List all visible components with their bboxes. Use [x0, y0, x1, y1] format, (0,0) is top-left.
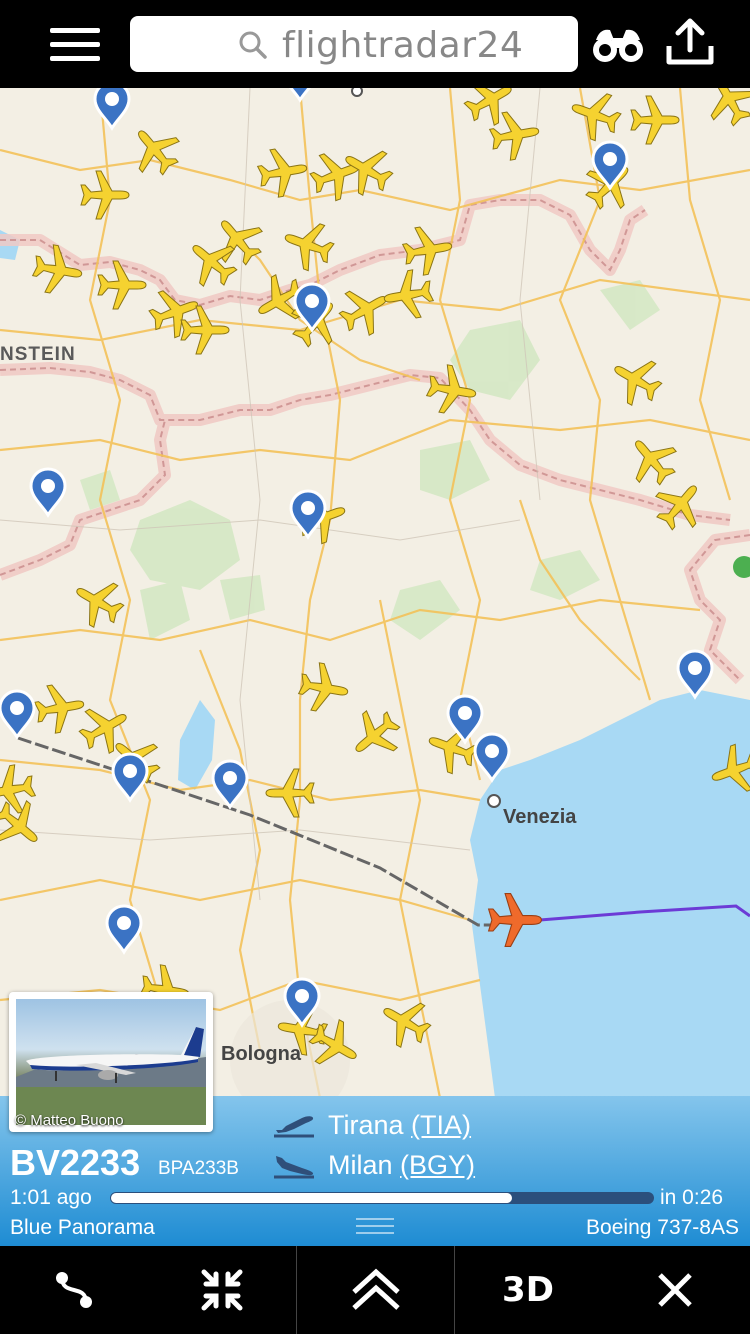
plane-marker[interactable]: [0, 790, 53, 860]
airport-pin[interactable]: [111, 752, 149, 802]
airport-pin[interactable]: [0, 689, 36, 739]
search-placeholder: flightradar24: [282, 25, 524, 66]
airport-pin[interactable]: [289, 489, 327, 539]
plane-marker[interactable]: [602, 346, 670, 414]
top-bar: flightradar24: [0, 0, 750, 88]
flight-number: BV2233: [10, 1142, 141, 1183]
close-icon: [658, 1273, 692, 1307]
plane-marker[interactable]: [64, 568, 132, 636]
airline-name: Blue Panorama: [10, 1216, 155, 1239]
aircraft-photo-image: [16, 999, 206, 1125]
close-button[interactable]: [600, 1246, 750, 1334]
flight-progress-fill: [111, 1193, 512, 1203]
expand-panel-button[interactable]: [296, 1246, 455, 1334]
plane-marker[interactable]: [180, 305, 230, 355]
airport-pin[interactable]: [446, 694, 484, 744]
poi-icon: [733, 556, 750, 578]
takeoff-icon: [274, 1116, 314, 1138]
landing-icon: [274, 1156, 314, 1179]
search-bar[interactable]: flightradar24: [130, 16, 578, 72]
aircraft-registration: BPA233B: [158, 1158, 239, 1179]
region-label: NSTEIN: [0, 344, 76, 365]
plane-marker[interactable]: [340, 700, 410, 770]
collapse-icon: [201, 1269, 243, 1311]
collapse-button[interactable]: [148, 1246, 296, 1334]
aircraft-type: Boeing 737-8AS: [586, 1216, 739, 1239]
remaining-time: in 0:26: [660, 1186, 724, 1209]
plane-marker[interactable]: [29, 241, 87, 299]
plane-marker[interactable]: [563, 88, 627, 147]
3d-label: 3D: [502, 1270, 554, 1310]
plane-marker[interactable]: [265, 768, 315, 818]
plane-marker[interactable]: [379, 266, 437, 324]
origin-code[interactable]: (TIA): [411, 1110, 471, 1140]
plane-marker[interactable]: [630, 95, 680, 145]
3d-view-button[interactable]: 3D: [454, 1246, 601, 1334]
share-icon[interactable]: [664, 18, 716, 68]
plane-marker[interactable]: [399, 221, 457, 279]
airport-pin[interactable]: [29, 467, 67, 517]
route-button[interactable]: [0, 1246, 148, 1334]
city-label-venezia: Venezia: [503, 806, 577, 828]
plane-marker[interactable]: [31, 679, 89, 737]
plane-marker[interactable]: [254, 143, 312, 201]
flight-progress-bar: [110, 1192, 654, 1204]
bottom-toolbar: 3D: [0, 1246, 750, 1334]
elapsed-time: 1:01 ago: [10, 1186, 92, 1209]
menu-button[interactable]: [42, 18, 106, 70]
map-canvas[interactable]: [0, 88, 750, 1098]
flight-map[interactable]: NSTEIN Venezia Bologna: [0, 88, 750, 1098]
plane-marker[interactable]: [696, 88, 750, 134]
binoculars-icon[interactable]: [590, 22, 646, 68]
plane-marker[interactable]: [331, 276, 399, 344]
search-icon: [239, 31, 267, 59]
destination-city: Milan: [328, 1150, 393, 1180]
airport-pin[interactable]: [676, 649, 714, 699]
plane-marker[interactable]: [276, 213, 340, 277]
city-label-bologna: Bologna: [221, 1043, 301, 1065]
plane-marker[interactable]: [80, 170, 130, 220]
origin-city: Tirana: [328, 1110, 404, 1140]
plane-marker[interactable]: [617, 425, 687, 495]
panel-drag-handle[interactable]: [356, 1218, 394, 1236]
airport-pin[interactable]: [281, 88, 319, 102]
photo-credit: © Matteo Buono: [15, 1112, 124, 1129]
double-chevron-up-icon: [352, 1268, 400, 1310]
airport-pin[interactable]: [105, 904, 143, 954]
destination-code[interactable]: (BGY): [400, 1150, 475, 1180]
city-dot-venezia: [487, 794, 501, 808]
aircraft-photo[interactable]: © Matteo Buono: [9, 992, 213, 1132]
airport-pin[interactable]: [211, 759, 249, 809]
plane-marker[interactable]: [295, 659, 353, 717]
route-icon: [56, 1272, 92, 1308]
plane-marker[interactable]: [120, 115, 190, 185]
airport-pin[interactable]: [93, 88, 131, 130]
